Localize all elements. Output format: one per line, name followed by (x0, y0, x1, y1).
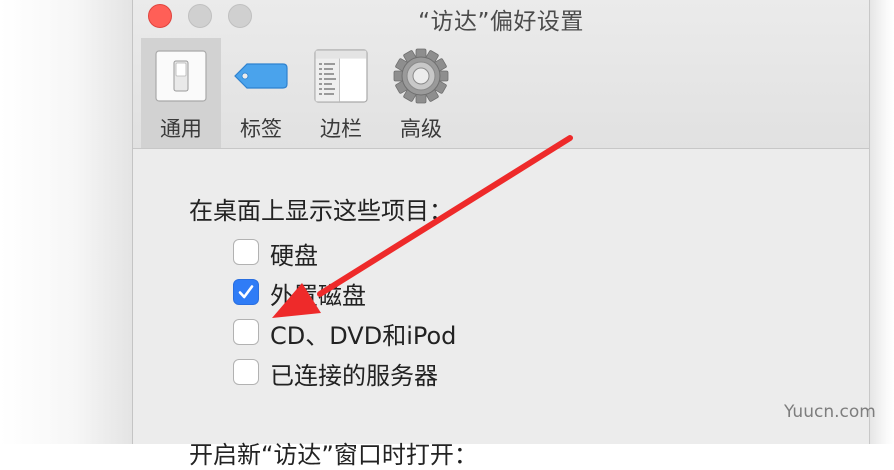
finder-preferences-window: “访达”偏好设置 通用 标签 边栏 高级 在桌面上显示这些项目： 硬盘 外置磁盘… (132, 0, 870, 469)
new-window-opens-label: 开启新“访达”窗口时打开： (189, 441, 478, 469)
tab-advanced[interactable]: 高级 (381, 38, 461, 148)
checkmark-icon (238, 285, 254, 299)
gear-icon (393, 48, 449, 104)
light-switch-icon (155, 50, 207, 102)
external-disks-checkbox[interactable] (233, 279, 259, 305)
tab-tags-label: 标签 (240, 117, 282, 141)
general-pane: 在桌面上显示这些项目： 硬盘 外置磁盘 CD、DVD和iPod 已连接的服务器 … (133, 149, 869, 469)
tab-general-label: 通用 (160, 117, 202, 141)
tab-general[interactable]: 通用 (141, 38, 221, 148)
external-disks-label: 外置磁盘 (270, 282, 366, 310)
desktop-shadow-left (0, 0, 132, 444)
tag-icon (234, 63, 288, 89)
hard-disks-checkbox[interactable] (233, 239, 259, 265)
connected-servers-checkbox[interactable] (233, 359, 259, 385)
hard-disks-label: 硬盘 (270, 242, 318, 270)
window-title: “访达”偏好设置 (418, 9, 584, 35)
sidebar-icon (314, 49, 368, 103)
tab-advanced-label: 高级 (400, 117, 442, 141)
tab-tags[interactable]: 标签 (221, 38, 301, 148)
desktop-items-heading: 在桌面上显示这些项目： (189, 197, 453, 225)
connected-servers-label: 已连接的服务器 (270, 362, 438, 390)
tab-sidebar[interactable]: 边栏 (301, 38, 381, 148)
desktop-shadow-right (870, 0, 894, 444)
cds-dvds-ipods-label: CD、DVD和iPod (270, 322, 457, 350)
tab-sidebar-label: 边栏 (320, 117, 362, 141)
cds-dvds-ipods-checkbox[interactable] (233, 319, 259, 345)
watermark: Yuucn.com (784, 402, 876, 422)
titlebar-toolbar: “访达”偏好设置 通用 标签 边栏 高级 (133, 0, 869, 149)
